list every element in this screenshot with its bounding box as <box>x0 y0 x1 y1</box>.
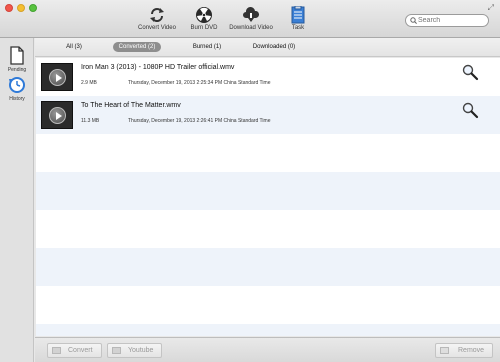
file-size: 2.9 MB <box>81 80 97 86</box>
convert-icon <box>52 347 61 354</box>
sidebar: Pending History <box>0 38 34 362</box>
video-thumbnail <box>41 63 73 91</box>
refresh-icon <box>150 8 164 22</box>
task-label: Task <box>291 25 305 31</box>
play-icon[interactable] <box>49 69 66 86</box>
remove-list-icon <box>440 347 449 354</box>
tab-burned[interactable]: Burned (1) <box>189 42 225 52</box>
empty-row <box>36 286 500 324</box>
task-list-icon <box>291 6 305 24</box>
radiation-icon <box>196 7 212 23</box>
filter-tab-bar: All (3) Converted (2) Burned (1) Downloa… <box>35 38 500 57</box>
remove-button[interactable]: Remove <box>435 343 493 358</box>
search-icon <box>410 17 417 24</box>
empty-row <box>36 210 500 248</box>
file-date: Thursday, December 19, 2013 2:25:34 PM C… <box>128 80 271 86</box>
play-icon[interactable] <box>49 107 66 124</box>
bottom-action-bar: Convert Youtube Remove <box>35 337 500 362</box>
empty-row <box>36 172 500 210</box>
list-item[interactable]: Iron Man 3 (2013) - 1080P HD Trailer off… <box>36 58 500 96</box>
convert-button-label: Convert <box>68 347 93 354</box>
sidebar-item-history[interactable]: History <box>0 76 34 102</box>
video-thumbnail <box>41 101 73 129</box>
sidebar-item-label: History <box>9 96 25 102</box>
file-name: To The Heart of The Matter.wmv <box>81 102 181 109</box>
search-input[interactable] <box>418 15 486 26</box>
task-button[interactable]: Task <box>268 6 328 31</box>
empty-row <box>36 134 500 172</box>
list-item[interactable]: To The Heart of The Matter.wmv 11.3 MB T… <box>36 96 500 134</box>
fullscreen-icon[interactable]: ⤢ <box>488 3 494 13</box>
converted-file-list: Iron Man 3 (2013) - 1080P HD Trailer off… <box>36 58 500 336</box>
minimize-window-button[interactable] <box>17 4 25 12</box>
search-box[interactable] <box>405 14 489 27</box>
youtube-button-label: Youtube <box>128 347 154 354</box>
file-date: Thursday, December 19, 2013 2:26:41 PM C… <box>128 118 271 124</box>
tab-converted[interactable]: Converted (2) <box>113 42 161 52</box>
magnifier-icon[interactable] <box>461 101 479 119</box>
empty-row <box>36 324 500 336</box>
history-clock-icon <box>9 77 25 93</box>
magnifier-icon[interactable] <box>461 63 479 81</box>
close-window-button[interactable] <box>5 4 13 12</box>
sidebar-item-pending[interactable]: Pending <box>0 46 34 73</box>
zoom-window-button[interactable] <box>29 4 37 12</box>
tab-downloaded[interactable]: Downloaded (0) <box>249 42 299 52</box>
tab-all[interactable]: All (3) <box>60 42 88 52</box>
empty-row <box>36 248 500 286</box>
youtube-button[interactable]: Youtube <box>107 343 162 358</box>
cloud-download-icon <box>243 6 260 22</box>
sidebar-item-label: Pending <box>7 67 27 73</box>
file-size: 11.3 MB <box>81 118 100 124</box>
file-name: Iron Man 3 (2013) - 1080P HD Trailer off… <box>81 64 235 71</box>
remove-button-label: Remove <box>458 347 485 354</box>
youtube-icon <box>112 347 121 354</box>
convert-button[interactable]: Convert <box>47 343 102 358</box>
window-toolbar: Convert Video Burn DVD Download Video Ta… <box>0 0 500 38</box>
document-icon <box>10 46 24 65</box>
